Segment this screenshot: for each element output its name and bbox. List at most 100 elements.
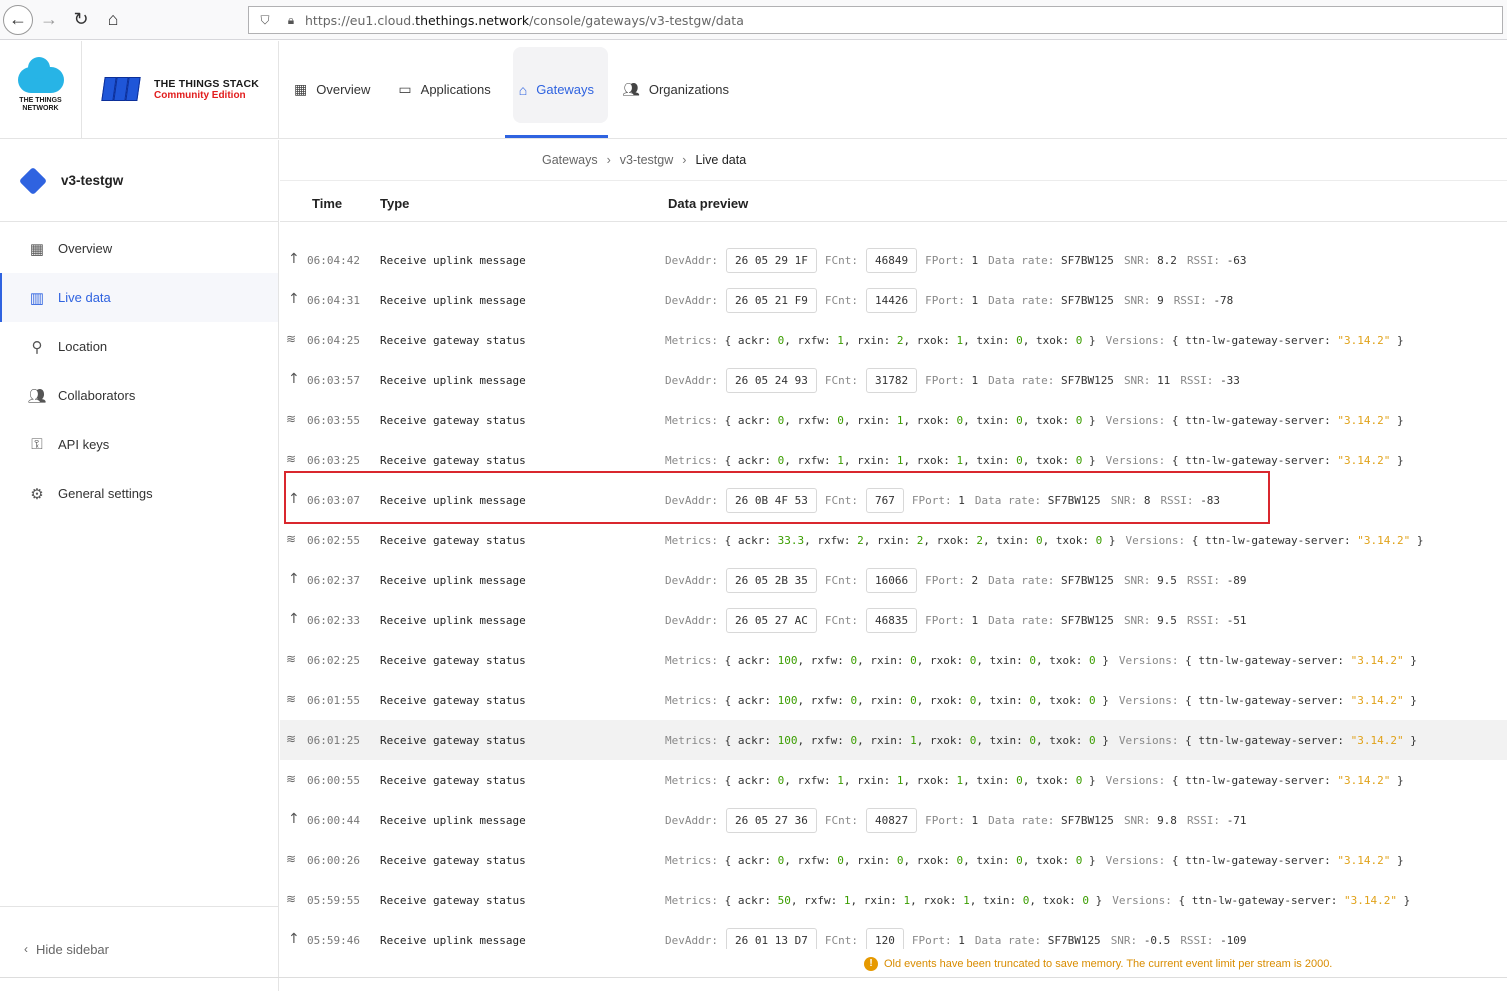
table-row[interactable]: ≋ 06:03:25 Receive gateway status Metrics: … — [280, 440, 1507, 480]
sidebar-item-api-keys[interactable]: ⚿ API keys — [0, 420, 278, 469]
lock-icon[interactable]: 🔒︎ — [281, 13, 301, 28]
metrics-label: Metrics: — [665, 413, 718, 427]
nav-organizations[interactable]: 👥︎ Organizations — [608, 41, 743, 138]
forward-arrow-icon[interactable]: → — [33, 4, 65, 36]
event-type: Receive gateway status — [380, 854, 526, 867]
table-row[interactable]: ↑ 06:00:44 Receive uplink message DevAddr: 2… — [280, 800, 1507, 840]
shield-icon[interactable]: ⛉ — [255, 13, 275, 28]
metric-txin: 0 — [1016, 333, 1023, 347]
metrics-label: Metrics: — [665, 893, 718, 907]
event-type: Receive gateway status — [380, 734, 526, 747]
table-row[interactable]: ≋ 06:01:25 Receive gateway status Metrics: … — [280, 720, 1507, 760]
event-preview: DevAddr: 26 01 13 D7 FCnt: 120 FPort: 1 Data … — [665, 927, 1247, 949]
pin-icon: ⚲ — [31, 338, 43, 356]
address-bar[interactable]: ⛉ 🔒︎ https://eu1.cloud.thethings.network… — [248, 6, 1503, 34]
fcnt-value[interactable]: 16066 — [865, 567, 918, 593]
devaddr-value[interactable]: 26 05 29 1F — [725, 247, 817, 273]
event-type: Receive gateway status — [380, 894, 526, 907]
fcnt-value[interactable]: 120 — [865, 927, 904, 949]
devaddr-value[interactable]: 26 01 13 D7 — [725, 927, 817, 949]
sidebar-item-overview[interactable]: ▦ Overview — [0, 224, 278, 273]
fcnt-value[interactable]: 14426 — [865, 287, 918, 313]
table-row[interactable]: ≋ 06:00:26 Receive gateway status Metrics: … — [280, 840, 1507, 880]
home-icon[interactable]: ⌂ — [97, 4, 129, 36]
app-header: THE THINGS NETWORK THE THINGS STACK Commu… — [0, 41, 1507, 139]
hide-sidebar-button[interactable]: ‹ Hide sidebar — [0, 906, 278, 991]
table-row[interactable]: ≋ 06:02:25 Receive gateway status Metrics: … — [280, 640, 1507, 680]
event-time: 06:00:44 — [307, 814, 360, 827]
metric-txok: 0 — [1075, 453, 1083, 467]
sidebar-item-live-data[interactable]: ▥ Live data — [0, 273, 278, 322]
nav-overview[interactable]: ▦ Overview — [280, 41, 384, 138]
snr-value: 9.8 — [1157, 813, 1177, 827]
fcnt-value[interactable]: 46849 — [865, 247, 918, 273]
table-row[interactable]: ↑ 05:59:46 Receive uplink message DevAddr: 2… — [280, 920, 1507, 949]
event-preview: Metrics: { ackr: 33.3, rxfw: 2, rxin: 2,… — [665, 533, 1424, 547]
uplink-arrow-icon: ↑ — [288, 811, 300, 827]
devaddr-value[interactable]: 26 05 2B 35 — [725, 567, 817, 593]
ttn-logo[interactable]: THE THINGS NETWORK — [0, 41, 82, 138]
fport-value: 1 — [958, 933, 965, 947]
table-row[interactable]: ↑ 06:04:42 Receive uplink message DevAddr: 2… — [280, 240, 1507, 280]
breadcrumb: Gateways › v3-testgw › Live data — [280, 140, 1507, 181]
rssi-label: RSSI: — [1186, 613, 1221, 627]
event-type: Receive uplink message — [380, 494, 526, 507]
snr-label: SNR: — [1123, 613, 1151, 627]
sidebar-item-collaborators[interactable]: 👥︎ Collaborators — [0, 371, 278, 420]
fcnt-value[interactable]: 31782 — [865, 367, 918, 393]
uplink-arrow-icon: ↑ — [288, 491, 300, 507]
metric-rxok: 0 — [969, 653, 977, 667]
metric-rxin: 2 — [896, 333, 904, 347]
table-row[interactable]: ↑ 06:03:07 Receive uplink message DevAddr: 2… — [280, 480, 1507, 520]
table-row[interactable]: ≋ 06:03:55 Receive gateway status Metrics: … — [280, 400, 1507, 440]
breadcrumb-gateways[interactable]: Gateways — [542, 153, 598, 167]
fport-value: 1 — [971, 253, 979, 267]
table-row[interactable]: ↑ 06:02:33 Receive uplink message DevAddr: 2… — [280, 600, 1507, 640]
devaddr-value[interactable]: 26 05 24 93 — [725, 367, 817, 393]
version-value: "3.14.2" — [1337, 853, 1391, 867]
event-type: Receive gateway status — [380, 454, 526, 467]
rssi-value: -78 — [1213, 293, 1234, 307]
devaddr-value[interactable]: 26 05 27 36 — [725, 807, 817, 833]
metric-rxok: 1 — [956, 773, 964, 787]
table-row[interactable]: ↑ 06:03:57 Receive uplink message DevAddr: 2… — [280, 360, 1507, 400]
metric-txin: 0 — [1029, 693, 1036, 707]
tts-logo[interactable]: THE THINGS STACK Community Edition — [83, 41, 279, 138]
versions-label: Versions: — [1105, 453, 1166, 467]
sidebar-item-location[interactable]: ⚲ Location — [0, 322, 278, 371]
metric-ackr: 0 — [777, 333, 785, 347]
metric-ackr: 100 — [777, 653, 798, 667]
fcnt-value[interactable]: 46835 — [865, 607, 918, 633]
events-list[interactable]: ↑ 06:04:42 Receive uplink message DevAddr: 2… — [280, 223, 1507, 949]
devaddr-value[interactable]: 26 0B 4F 53 — [725, 487, 817, 513]
url-text[interactable]: https://eu1.cloud.thethings.network/cons… — [305, 13, 744, 28]
nav-applications[interactable]: ▭ Applications — [384, 41, 504, 138]
metric-rxok: 0 — [956, 413, 964, 427]
metric-txin: 0 — [1016, 773, 1023, 787]
table-row[interactable]: ↑ 06:02:37 Receive uplink message DevAddr: 2… — [280, 560, 1507, 600]
breadcrumb-gateway[interactable]: v3-testgw — [620, 153, 674, 167]
devaddr-value[interactable]: 26 05 21 F9 — [725, 287, 817, 313]
fport-label: FPort: — [925, 613, 965, 627]
table-row[interactable]: ≋ 05:59:55 Receive gateway status Metrics: … — [280, 880, 1507, 920]
fcnt-value[interactable]: 767 — [865, 487, 904, 513]
sidebar-item-general-settings[interactable]: ⚙ General settings — [0, 469, 278, 518]
fcnt-value[interactable]: 40827 — [865, 807, 918, 833]
metric-rxok: 1 — [956, 453, 964, 467]
table-row[interactable]: ↑ 06:04:31 Receive uplink message DevAddr: 2… — [280, 280, 1507, 320]
devaddr-value[interactable]: 26 05 27 AC — [725, 607, 817, 633]
nav-gateways[interactable]: ⌂ Gateways — [504, 41, 609, 138]
back-arrow-icon[interactable]: ← — [3, 4, 33, 35]
metrics-label: Metrics: — [665, 453, 718, 467]
table-row[interactable]: ≋ 06:04:25 Receive gateway status Metrics: … — [280, 320, 1507, 360]
table-row[interactable]: ≋ 06:00:55 Receive gateway status Metrics: … — [280, 760, 1507, 800]
gateway-status-icon: ≋ — [286, 332, 297, 346]
gateway-status-icon: ≋ — [286, 452, 297, 466]
metric-txin: 0 — [1016, 853, 1023, 867]
gear-icon: ⚙ — [30, 485, 44, 503]
reload-icon[interactable]: ↻ — [65, 4, 97, 36]
table-row[interactable]: ≋ 06:01:55 Receive gateway status Metrics: … — [280, 680, 1507, 720]
metrics-label: Metrics: — [665, 853, 718, 867]
table-row[interactable]: ≋ 06:02:55 Receive gateway status Metrics: … — [280, 520, 1507, 560]
event-time: 05:59:55 — [307, 894, 360, 907]
